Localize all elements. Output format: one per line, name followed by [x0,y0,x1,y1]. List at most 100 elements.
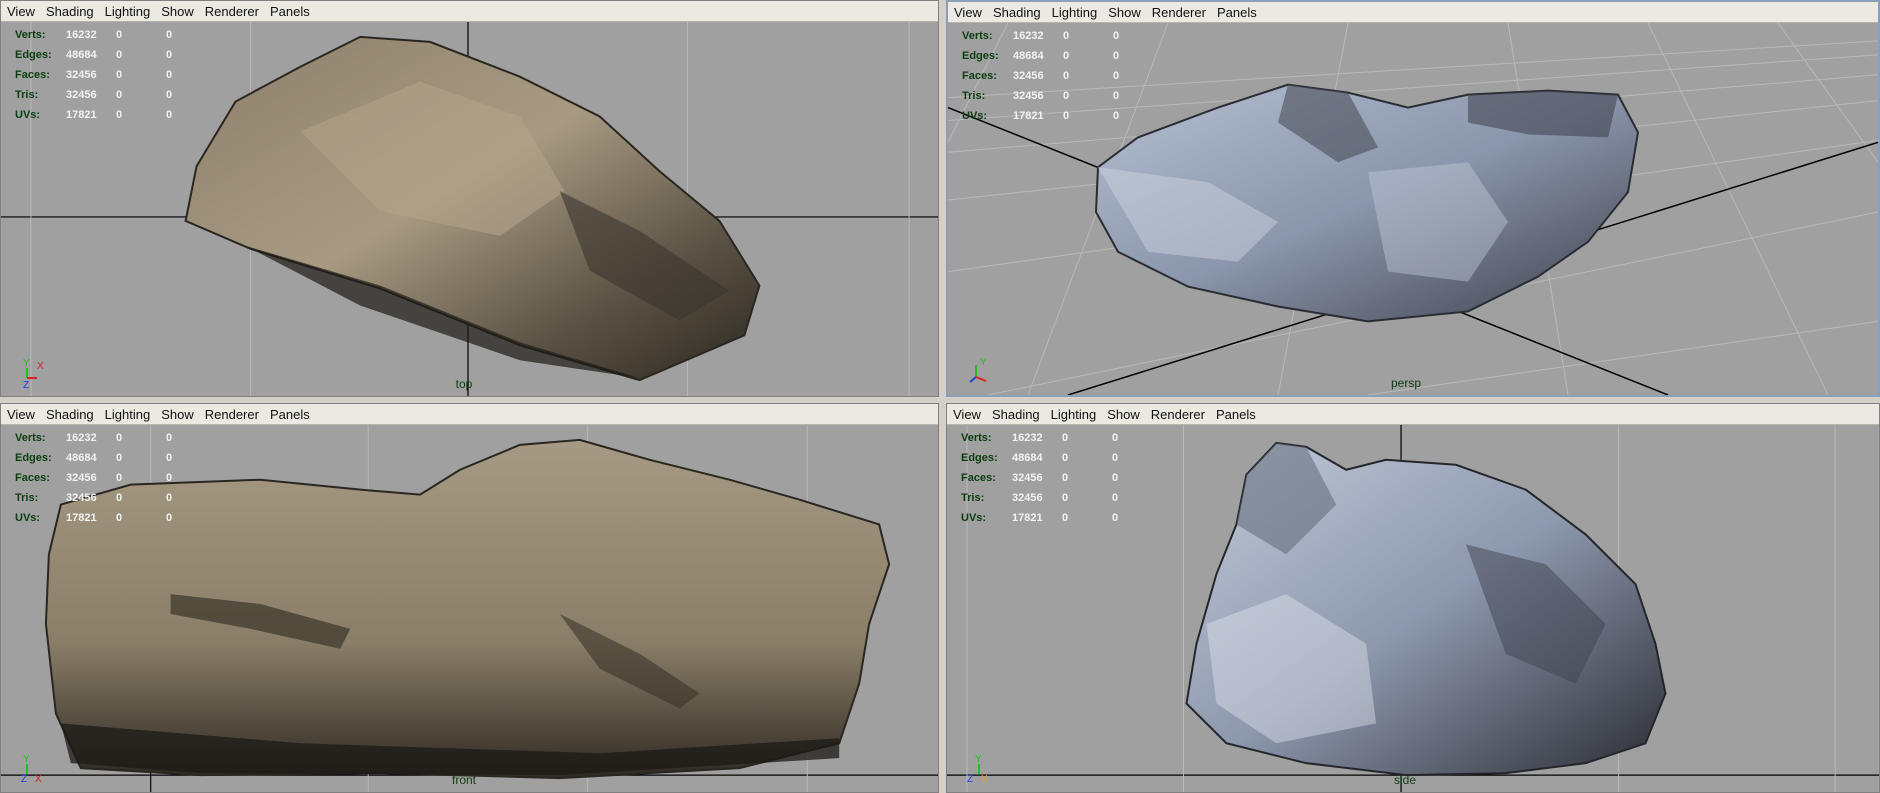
menu-panels[interactable]: Panels [1216,407,1256,422]
stat-label-tris: Tris: [962,90,986,102]
axis-y-label: Y [23,358,30,369]
menu-shading[interactable]: Shading [992,407,1040,422]
menu-panels[interactable]: Panels [270,4,310,19]
stat-label-tris: Tris: [15,89,39,101]
stat-zero: 0 [166,49,173,61]
stat-zero: 0 [1062,432,1069,444]
stat-value-verts: 16232 [66,29,97,41]
stat-zero: 0 [166,512,173,524]
stat-label-edges: Edges: [962,50,999,62]
stat-value-uvs: 17821 [1013,110,1044,122]
axis-gizmo-icon: Y Z X [965,748,995,785]
axis-x-label: X [981,774,988,784]
stat-value-faces: 32456 [66,69,97,81]
stat-zero: 0 [1112,432,1119,444]
menu-view[interactable]: View [953,407,981,422]
menu-shading[interactable]: Shading [993,5,1041,20]
menu-view[interactable]: View [7,4,35,19]
stat-value-verts: 16232 [1013,30,1044,42]
panel-menubar: View Shading Lighting Show Renderer Pane… [1,1,938,22]
stat-zero: 0 [116,49,123,61]
stat-value-uvs: 17821 [1012,512,1043,524]
stat-zero: 0 [116,472,123,484]
stat-label-verts: Verts: [962,30,993,42]
poly-count-hud: Verts: 16232 0 0 Edges: 48684 0 0 Faces: 32456 0… [15,428,216,528]
stat-zero: 0 [1113,50,1120,62]
stat-zero: 0 [1113,30,1120,42]
menu-show[interactable]: Show [1108,5,1141,20]
menu-lighting[interactable]: Lighting [105,407,151,422]
stat-zero: 0 [116,29,123,41]
poly-count-hud: Verts: 16232 0 0 Edges: 48684 0 0 Faces: 32456 0… [962,26,1163,126]
menu-renderer[interactable]: Renderer [205,4,259,19]
stat-label-edges: Edges: [961,452,998,464]
menu-lighting[interactable]: Lighting [1052,5,1098,20]
menu-renderer[interactable]: Renderer [1151,407,1205,422]
stat-label-uvs: UVs: [962,110,988,122]
stat-zero: 0 [1063,70,1070,82]
stat-label-verts: Verts: [15,29,46,41]
stat-label-verts: Verts: [961,432,992,444]
stat-zero: 0 [1063,50,1070,62]
axis-y-label: Y [975,754,982,765]
stat-zero: 0 [116,89,123,101]
menu-shading[interactable]: Shading [46,4,94,19]
menu-show[interactable]: Show [1107,407,1140,422]
viewport-panel-front[interactable]: View Shading Lighting Show Renderer Pane… [0,403,939,793]
stat-label-faces: Faces: [962,70,997,82]
stat-label-tris: Tris: [15,492,39,504]
stat-value-tris: 32456 [1012,492,1043,504]
stat-value-tris: 32456 [1013,90,1044,102]
stat-value-tris: 32456 [66,492,97,504]
stat-label-uvs: UVs: [15,512,41,524]
menu-lighting[interactable]: Lighting [105,4,151,19]
axis-z-label: Z [23,380,29,388]
menu-panels[interactable]: Panels [1217,5,1257,20]
camera-label: side [1393,773,1417,787]
stat-zero: 0 [116,432,123,444]
stat-label-edges: Edges: [15,49,52,61]
stat-zero: 0 [166,472,173,484]
stat-zero: 0 [1113,70,1120,82]
menu-view[interactable]: View [954,5,982,20]
stat-zero: 0 [1113,90,1120,102]
menu-panels[interactable]: Panels [270,407,310,422]
panel-menubar: View Shading Lighting Show Renderer Pane… [1,404,938,425]
stat-zero: 0 [166,89,173,101]
stat-value-verts: 16232 [66,432,97,444]
stat-label-faces: Faces: [15,472,50,484]
stat-value-uvs: 17821 [66,109,97,121]
panel-menubar: View Shading Lighting Show Renderer Pane… [948,2,1878,23]
stat-zero: 0 [1062,452,1069,464]
viewport-panel-side[interactable]: View Shading Lighting Show Renderer Pane… [946,403,1880,793]
menu-shading[interactable]: Shading [46,407,94,422]
stat-zero: 0 [1062,492,1069,504]
stat-zero: 0 [166,69,173,81]
stat-zero: 0 [1063,110,1070,122]
stat-label-verts: Verts: [15,432,46,444]
stat-label-uvs: UVs: [15,109,41,121]
menu-renderer[interactable]: Renderer [1152,5,1206,20]
menu-show[interactable]: Show [161,407,194,422]
stat-value-edges: 48684 [66,49,97,61]
stat-value-faces: 32456 [1012,472,1043,484]
viewport-panel-top[interactable]: View Shading Lighting Show Renderer Pane… [0,0,939,397]
stat-value-edges: 48684 [1012,452,1043,464]
menu-show[interactable]: Show [161,4,194,19]
stat-zero: 0 [1063,30,1070,42]
stat-zero: 0 [1063,90,1070,102]
menu-lighting[interactable]: Lighting [1051,407,1097,422]
axis-x-label: X [35,774,42,784]
panel-menubar: View Shading Lighting Show Renderer Pane… [947,404,1879,425]
stat-zero: 0 [166,109,173,121]
menu-view[interactable]: View [7,407,35,422]
menu-renderer[interactable]: Renderer [205,407,259,422]
stat-value-uvs: 17821 [66,512,97,524]
stat-zero: 0 [166,492,173,504]
stat-value-edges: 48684 [1013,50,1044,62]
stat-value-verts: 16232 [1012,432,1043,444]
stat-zero: 0 [116,109,123,121]
stat-zero: 0 [166,432,173,444]
stat-value-faces: 32456 [66,472,97,484]
viewport-panel-persp[interactable]: View Shading Lighting Show Renderer Pane… [946,0,1880,397]
